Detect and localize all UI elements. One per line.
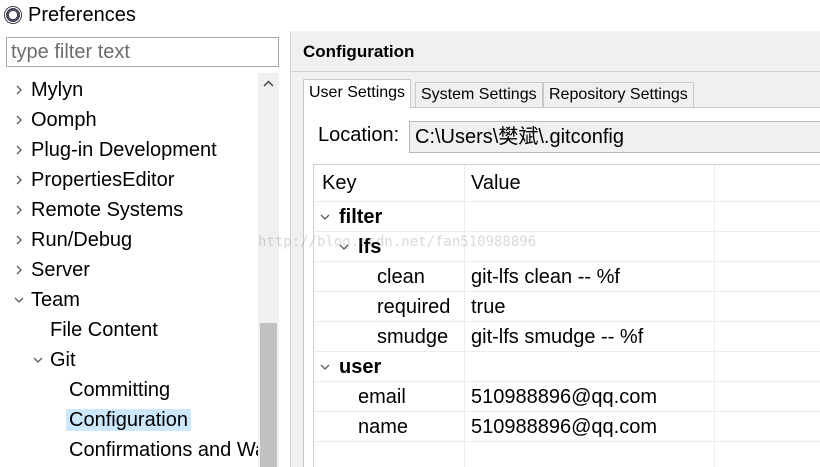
config-key: required bbox=[377, 296, 451, 318]
preference-page: Configuration User Settings System Setti… bbox=[291, 31, 820, 467]
tree-item-label: Mylyn bbox=[31, 79, 84, 101]
column-header-key[interactable]: Key bbox=[322, 165, 356, 201]
tree-item-oomph[interactable]: Oomph bbox=[14, 105, 97, 135]
tree-item-label: Server bbox=[31, 259, 90, 281]
chevron-down-icon[interactable] bbox=[33, 345, 47, 375]
tree-item-git[interactable]: Git bbox=[33, 345, 76, 375]
user-settings-panel: Location: C:\Users\樊斌\.gitconfig Key Val… bbox=[303, 107, 820, 467]
tree-item-label: Confirmations and Warnings bbox=[69, 439, 258, 461]
tree-scrollbar[interactable] bbox=[258, 73, 279, 467]
chevron-right-icon[interactable] bbox=[14, 255, 28, 285]
table-row[interactable]: filter bbox=[314, 201, 820, 231]
tab-system-settings[interactable]: System Settings bbox=[415, 82, 543, 108]
tree-item-file-content[interactable]: File Content bbox=[50, 315, 158, 345]
tab-label: System Settings bbox=[421, 86, 537, 103]
page-title: Configuration bbox=[303, 42, 415, 61]
chevron-right-icon[interactable] bbox=[14, 105, 28, 135]
window-title: Preferences bbox=[28, 4, 136, 26]
eclipse-icon bbox=[4, 6, 22, 24]
table-row bbox=[314, 441, 820, 467]
chevron-right-icon[interactable] bbox=[14, 195, 28, 225]
header-divider bbox=[291, 71, 820, 72]
settings-tabs: User Settings System Settings Repository… bbox=[303, 79, 820, 108]
config-value: git-lfs clean -- %f bbox=[471, 266, 620, 288]
tree-item-label: File Content bbox=[50, 319, 158, 341]
table-row[interactable]: lfs bbox=[314, 231, 820, 261]
config-value: 510988896@qq.com bbox=[471, 386, 657, 408]
chevron-right-icon[interactable] bbox=[14, 225, 28, 255]
config-value: 510988896@qq.com bbox=[471, 416, 657, 438]
tree-item-label: Run/Debug bbox=[31, 229, 133, 251]
location-label: Location: bbox=[318, 124, 400, 146]
tree-item-confirmations[interactable]: Confirmations and Warnings bbox=[69, 435, 258, 465]
table-row[interactable]: required true bbox=[314, 291, 820, 321]
chevron-right-icon[interactable] bbox=[14, 135, 28, 165]
tree-item-label: Oomph bbox=[31, 109, 97, 131]
tree-item-committing[interactable]: Committing bbox=[69, 375, 170, 405]
tree-item-run-debug[interactable]: Run/Debug bbox=[14, 225, 132, 255]
config-key: clean bbox=[377, 266, 425, 288]
tree-item-server[interactable]: Server bbox=[14, 255, 90, 285]
preferences-tree: Mylyn Oomph Plug-in Development Properti… bbox=[0, 73, 258, 467]
tree-item-label: Committing bbox=[69, 379, 171, 401]
config-value: git-lfs smudge -- %f bbox=[471, 326, 644, 348]
tree-item-team[interactable]: Team bbox=[14, 285, 80, 315]
tree-item-label: PropertiesEditor bbox=[31, 169, 175, 191]
table-row[interactable]: smudge git-lfs smudge -- %f bbox=[314, 321, 820, 351]
scrollbar-thumb[interactable] bbox=[260, 323, 277, 467]
table-row[interactable]: user bbox=[314, 351, 820, 381]
chevron-down-icon[interactable] bbox=[339, 232, 353, 262]
config-table: Key Value filter lfs clean git-lfs clean… bbox=[313, 164, 820, 467]
table-row[interactable]: clean git-lfs clean -- %f bbox=[314, 261, 820, 291]
tree-item-mylyn[interactable]: Mylyn bbox=[14, 75, 83, 105]
tab-repository-settings[interactable]: Repository Settings bbox=[543, 82, 694, 108]
tree-item-remote-systems[interactable]: Remote Systems bbox=[14, 195, 183, 225]
tree-item-plugin-development[interactable]: Plug-in Development bbox=[14, 135, 217, 165]
chevron-right-icon[interactable] bbox=[14, 165, 28, 195]
tree-item-label: Remote Systems bbox=[31, 199, 184, 221]
config-key: user bbox=[339, 356, 382, 378]
table-row[interactable]: email 510988896@qq.com bbox=[314, 381, 820, 411]
tree-item-label: Team bbox=[31, 289, 80, 311]
title-bar: Preferences bbox=[0, 0, 820, 31]
chevron-right-icon[interactable] bbox=[14, 75, 28, 105]
location-field[interactable]: C:\Users\樊斌\.gitconfig bbox=[409, 121, 820, 153]
chevron-down-icon[interactable] bbox=[320, 352, 334, 382]
scroll-up-arrow-icon[interactable] bbox=[258, 73, 279, 95]
filter-input[interactable] bbox=[6, 37, 279, 67]
config-key: smudge bbox=[377, 326, 449, 348]
chevron-down-icon[interactable] bbox=[320, 202, 334, 232]
table-row[interactable]: name 510988896@qq.com bbox=[314, 411, 820, 441]
page-header: Configuration bbox=[291, 31, 820, 71]
config-key: name bbox=[358, 416, 409, 438]
chevron-down-icon[interactable] bbox=[14, 285, 28, 315]
preferences-nav: Mylyn Oomph Plug-in Development Properti… bbox=[0, 31, 290, 467]
column-header-value[interactable]: Value bbox=[471, 165, 521, 201]
config-key: filter bbox=[339, 206, 383, 228]
tab-user-settings[interactable]: User Settings bbox=[303, 79, 412, 108]
tree-item-label: Configuration bbox=[66, 409, 191, 431]
tree-item-label: Plug-in Development bbox=[31, 139, 217, 161]
tab-label: Repository Settings bbox=[549, 86, 688, 103]
tree-item-label: Git bbox=[50, 349, 76, 371]
config-value: true bbox=[471, 296, 506, 318]
config-key: lfs bbox=[358, 236, 382, 258]
tab-label: User Settings bbox=[309, 84, 406, 101]
config-key: email bbox=[358, 386, 406, 408]
tree-item-configuration[interactable]: Configuration bbox=[66, 405, 191, 435]
tree-item-properties-editor[interactable]: PropertiesEditor bbox=[14, 165, 174, 195]
